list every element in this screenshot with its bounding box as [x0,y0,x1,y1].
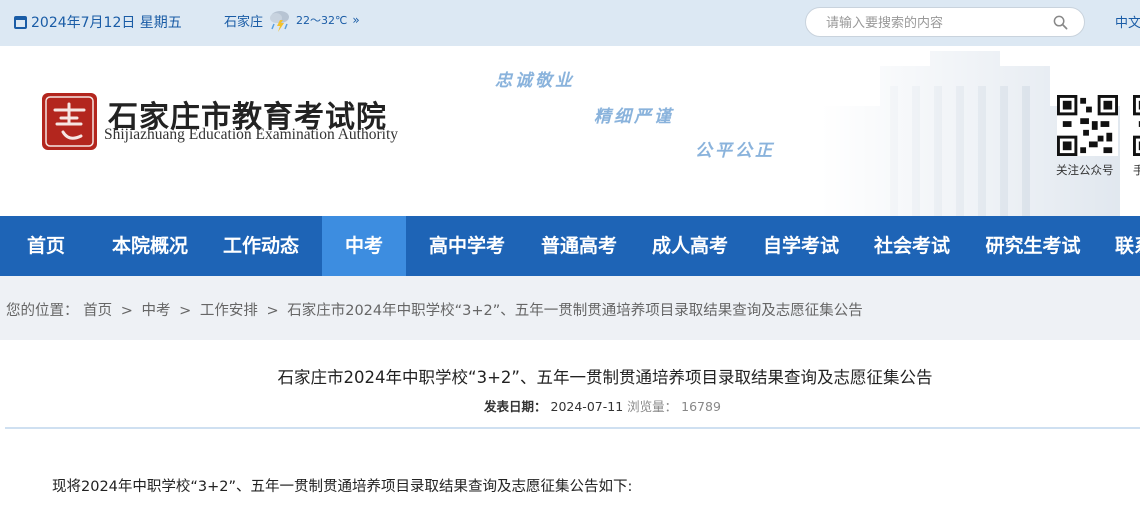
nav-item-gaokao[interactable]: 普通高考 [526,216,632,276]
weather-more-arrow-icon[interactable]: » [352,13,359,27]
main-nav: 首页 本院概况 工作动态 中考 高中学考 普通高考 成人高考 自学考试 社会考试… [0,216,1140,276]
breadcrumb-separator: > [266,303,279,319]
breadcrumb-home[interactable]: 首页 [83,303,112,319]
publish-date-label: 发表日期： [484,399,547,414]
motto-2: 精细严谨 [594,107,674,127]
search-box [805,7,1085,37]
top-bar: 2024年7月12日 星期五 石家庄 22～32℃ » 中文 [0,0,1140,46]
breadcrumb-prefix: 您的位置： [6,303,79,319]
publish-date: 2024-07-11 [550,399,624,414]
motto-3: 公平公正 [695,141,775,161]
breadcrumb: 您的位置： 首页 > 中考 > 工作安排 > 石家庄市2024年中职学校“3+2… [0,276,1140,340]
qr-code-mobile-icon[interactable] [1133,95,1140,156]
nav-item-home[interactable]: 首页 [0,216,92,276]
logo-seal-icon [42,93,97,150]
breadcrumb-separator: > [179,303,192,319]
views-count: 16789 [681,399,721,414]
weather-temperature: 22～32℃ [296,14,348,27]
motto-1: 忠诚敬业 [495,71,575,91]
breadcrumb-separator: > [120,303,133,319]
header-banner: 石家庄市教育考试院 Shijiazhuang Education Examina… [0,46,1140,216]
breadcrumb-work-plan[interactable]: 工作安排 [200,303,258,319]
article-meta: 发表日期： 2024-07-11 浏览量： 16789 [484,396,721,415]
weather-widget[interactable]: 石家庄 22～32℃ » [224,7,360,33]
weather-city: 石家庄 [224,14,264,30]
qr-caption: 关注公众号 [1056,163,1114,177]
title-divider [5,427,1140,429]
nav-item-self-study[interactable]: 自学考试 [748,216,854,276]
qr-code-icon[interactable] [1057,95,1118,156]
breadcrumb-zhongkao[interactable]: 中考 [141,303,170,319]
site-name-en: Shijiazhuang Education Examination Autho… [104,126,399,143]
nav-item-social[interactable]: 社会考试 [859,216,965,276]
nav-item-xueka[interactable]: 高中学考 [414,216,520,276]
search-input[interactable] [826,14,1046,32]
nav-item-adult[interactable]: 成人高考 [637,216,743,276]
nav-item-news[interactable]: 工作动态 [208,216,314,276]
article-title: 石家庄市2024年中职学校“3+2”、五年一贯制贯通培养项目录取结果查询及志愿征… [277,368,933,387]
current-date: 2024年7月12日 星期五 [14,12,182,32]
breadcrumb-current: 石家庄市2024年中职学校“3+2”、五年一贯制贯通培养项目录取结果查询及志愿征… [287,303,863,319]
nav-item-zhongkao[interactable]: 中考 [322,216,406,276]
nav-item-contact[interactable]: 联系 [1106,216,1140,276]
language-switch[interactable]: 中文 [1115,12,1140,31]
thunder-rain-cloud-icon [270,11,290,32]
date-text: 2024年7月12日 星期五 [31,15,182,31]
article-intro: 现将2024年中职学校“3+2”、五年一贯制贯通培养项目录取结果查询及志愿征集公… [52,479,633,495]
nav-item-about[interactable]: 本院概况 [98,216,202,276]
calendar-icon [14,15,27,29]
views-label: 浏览量： [627,399,678,414]
search-icon[interactable] [1053,15,1068,30]
nav-item-graduate[interactable]: 研究生考试 [970,216,1096,276]
qr2-caption: 手 [1133,163,1140,177]
